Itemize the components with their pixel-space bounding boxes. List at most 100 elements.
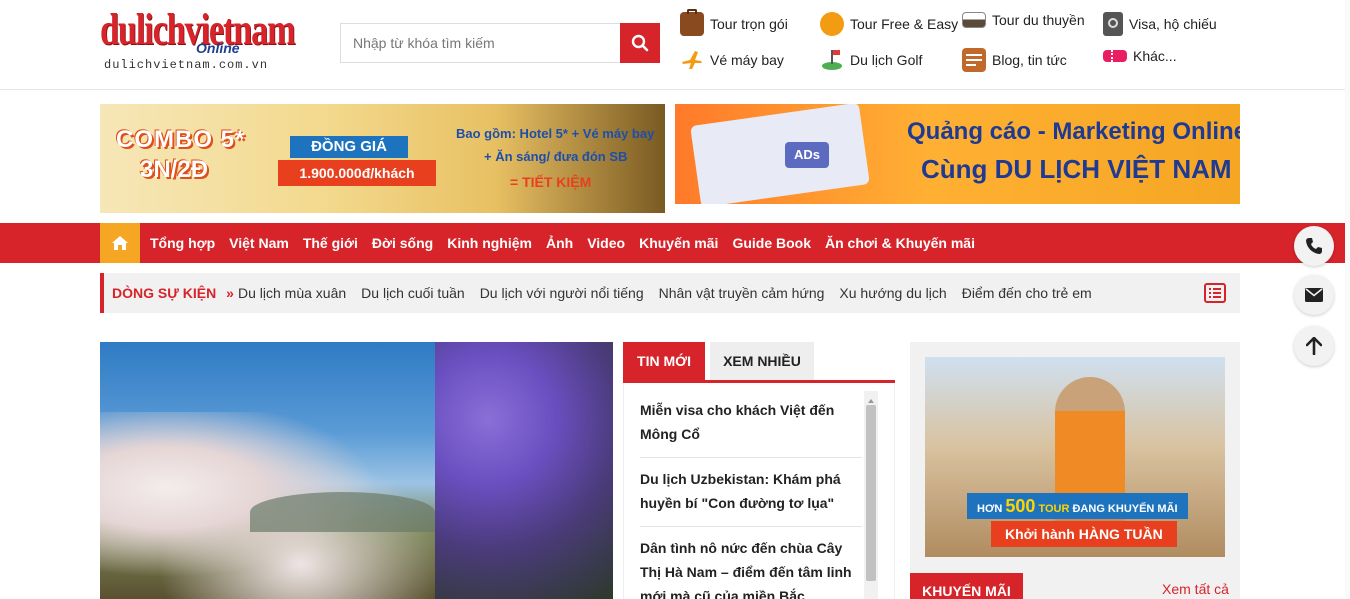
events-title: DÒNG SỰ KIỆN » bbox=[112, 273, 234, 313]
promo-ad[interactable]: HƠN 500 TOUR ĐANG KHUYẾN MÃI Khởi hành H… bbox=[925, 357, 1225, 557]
promo-pre: HƠN bbox=[977, 503, 1003, 515]
search-input[interactable] bbox=[341, 24, 621, 62]
promo-line-1: HƠN 500 TOUR ĐANG KHUYẾN MÃI bbox=[967, 493, 1188, 519]
blog-icon bbox=[962, 48, 986, 72]
blossom-photo bbox=[100, 342, 435, 599]
jacaranda-photo bbox=[435, 342, 613, 599]
quicklink-tour-tron-goi[interactable]: Tour trọn gói bbox=[680, 9, 788, 36]
nav-items: Tổng hợp Việt Nam Thế giới Đời sống Kinh… bbox=[143, 223, 982, 263]
nav-home-button[interactable] bbox=[100, 223, 140, 263]
event-item[interactable]: Nhân vật truyền cảm hứng bbox=[659, 285, 825, 301]
page-scrollbar[interactable] bbox=[1345, 0, 1350, 599]
main-nav: Tổng hợp Việt Nam Thế giới Đời sống Kinh… bbox=[0, 223, 1345, 263]
airplane-icon bbox=[680, 48, 704, 72]
event-item[interactable]: Du lịch cuối tuần bbox=[361, 285, 465, 301]
back-to-top-button[interactable] bbox=[1294, 326, 1334, 366]
search-icon bbox=[631, 34, 649, 52]
nav-item-guide-book[interactable]: Guide Book bbox=[725, 223, 818, 263]
combo-duration: 3N/2Đ bbox=[140, 156, 209, 183]
combo-price: 1.900.000đ/khách bbox=[278, 160, 436, 186]
promo-number: 500 bbox=[1005, 496, 1036, 516]
news-tabs: TIN MỚI XEM NHIỀU bbox=[623, 342, 895, 383]
nav-item-viet-nam[interactable]: Việt Nam bbox=[222, 223, 296, 263]
nav-item-the-gioi[interactable]: Thế giới bbox=[296, 223, 365, 263]
news-divider bbox=[640, 526, 862, 527]
free-easy-icon bbox=[820, 12, 844, 36]
quicklink-label: Vé máy bay bbox=[710, 52, 784, 68]
event-item[interactable]: Xu hướng du lịch bbox=[839, 285, 946, 301]
quicklink-blog[interactable]: Blog, tin tức bbox=[962, 48, 1067, 72]
combo-includes-1: Bao gồm: Hotel 5* + Vé máy bay bbox=[456, 126, 655, 141]
quicklink-label: Visa, hộ chiếu bbox=[1129, 16, 1217, 32]
featured-image[interactable] bbox=[100, 342, 613, 599]
nav-item-an-choi[interactable]: Ăn chơi & Khuyến mãi bbox=[818, 223, 982, 263]
news-scrollbar-thumb[interactable] bbox=[866, 405, 876, 581]
promo-tour: TOUR bbox=[1038, 503, 1070, 515]
quicklink-label: Tour du thuyền bbox=[992, 12, 1085, 28]
envelope-icon bbox=[1305, 288, 1323, 302]
nav-item-anh[interactable]: Ảnh bbox=[539, 223, 580, 263]
quicklink-ve-may-bay[interactable]: Vé máy bay bbox=[680, 48, 784, 72]
event-item[interactable]: Du lịch với người nổi tiếng bbox=[480, 285, 644, 301]
quicklink-label: Khác... bbox=[1133, 48, 1177, 64]
promo-post: ĐANG KHUYẾN MÃI bbox=[1072, 503, 1178, 515]
email-button[interactable] bbox=[1294, 275, 1334, 315]
marketing-banner[interactable]: ADs Quảng cáo - Marketing Online Cùng DU… bbox=[675, 104, 1240, 204]
search-box bbox=[340, 23, 660, 63]
nav-item-tong-hop[interactable]: Tổng hợp bbox=[143, 223, 222, 263]
see-all-link[interactable]: Xem tất cả bbox=[1162, 581, 1229, 597]
cruise-ship-icon bbox=[962, 12, 986, 28]
nav-item-doi-song[interactable]: Đời sống bbox=[365, 223, 440, 263]
logo-domain: dulichvietnam.com.vn bbox=[104, 58, 269, 72]
home-icon bbox=[112, 236, 128, 250]
events-title-text: DÒNG SỰ KIỆN bbox=[112, 285, 217, 301]
events-bar: DÒNG SỰ KIỆN » Du lịch mùa xuân Du lịch … bbox=[100, 273, 1240, 313]
tab-tin-moi[interactable]: TIN MỚI bbox=[623, 342, 705, 380]
search-button[interactable] bbox=[620, 23, 660, 63]
combo-title: COMBO 5* bbox=[116, 126, 246, 153]
ads-badge: ADs bbox=[785, 142, 829, 168]
logo-online-label: Online bbox=[196, 40, 240, 56]
combo-banner[interactable]: COMBO 5* 3N/2Đ ĐỒNG GIÁ 1.900.000đ/khách… bbox=[100, 104, 665, 213]
promo-line-2: Khởi hành HÀNG TUẦN bbox=[991, 521, 1177, 547]
nav-item-khuyen-mai[interactable]: Khuyến mãi bbox=[632, 223, 725, 263]
ticket-icon bbox=[1103, 50, 1127, 62]
khuyen-mai-heading: KHUYẾN MÃI bbox=[910, 573, 1023, 599]
golf-icon bbox=[820, 48, 844, 72]
marketing-line-1: Quảng cáo - Marketing Online bbox=[907, 118, 1240, 145]
news-divider bbox=[640, 457, 862, 458]
quicklink-visa[interactable]: Visa, hộ chiếu bbox=[1103, 12, 1217, 36]
quicklink-label: Du lịch Golf bbox=[850, 52, 923, 68]
nav-item-kinh-nghiem[interactable]: Kinh nghiệm bbox=[440, 223, 539, 263]
suitcase-icon bbox=[680, 9, 704, 36]
quicklink-tour-du-thuyen[interactable]: Tour du thuyền bbox=[962, 12, 1085, 28]
news-item[interactable]: Dân tình nô nức đến chùa Cây Thị Hà Nam … bbox=[640, 536, 862, 599]
news-item[interactable]: Miễn visa cho khách Việt đến Mông Cổ bbox=[640, 398, 862, 446]
quicklink-tour-free-easy[interactable]: Tour Free & Easy bbox=[820, 12, 958, 36]
quicklink-label: Tour trọn gói bbox=[710, 16, 788, 32]
site-header: dulichvietnam Online dulichvietnam.com.v… bbox=[0, 0, 1345, 90]
news-item[interactable]: Du lịch Uzbekistan: Khám phá huyền bí "C… bbox=[640, 467, 862, 515]
tab-xem-nhieu[interactable]: XEM NHIỀU bbox=[710, 342, 814, 380]
events-items: Du lịch mùa xuân Du lịch cuối tuần Du lị… bbox=[238, 273, 1107, 313]
passport-icon bbox=[1103, 12, 1123, 36]
scroll-up-arrow-icon[interactable] bbox=[866, 393, 876, 403]
nav-item-video[interactable]: Video bbox=[580, 223, 632, 263]
event-item[interactable]: Điểm đến cho trẻ em bbox=[962, 285, 1092, 301]
combo-includes-2: + Ăn sáng/ đưa đón SB bbox=[484, 149, 628, 164]
quicklink-khac[interactable]: Khác... bbox=[1103, 48, 1177, 64]
arrow-up-icon bbox=[1306, 337, 1322, 355]
quicklink-label: Tour Free & Easy bbox=[850, 16, 959, 32]
site-logo[interactable]: dulichvietnam Online dulichvietnam.com.v… bbox=[100, 6, 330, 74]
event-item[interactable]: Du lịch mùa xuân bbox=[238, 285, 346, 301]
call-button[interactable] bbox=[1294, 226, 1334, 266]
page: dulichvietnam Online dulichvietnam.com.v… bbox=[0, 0, 1350, 599]
list-icon[interactable] bbox=[1204, 283, 1226, 303]
marketing-line-2: Cùng DU LỊCH VIỆT NAM bbox=[921, 154, 1232, 184]
double-chevron-icon: » bbox=[226, 285, 234, 301]
banner-illustration bbox=[690, 104, 870, 204]
same-price-badge: ĐỒNG GIÁ bbox=[290, 136, 408, 158]
news-list: Miễn visa cho khách Việt đến Mông Cổ Du … bbox=[623, 383, 895, 599]
quicklink-golf[interactable]: Du lịch Golf bbox=[820, 48, 922, 72]
quick-links: Tour trọn gói Tour Free & Easy Tour du t… bbox=[680, 8, 1240, 80]
